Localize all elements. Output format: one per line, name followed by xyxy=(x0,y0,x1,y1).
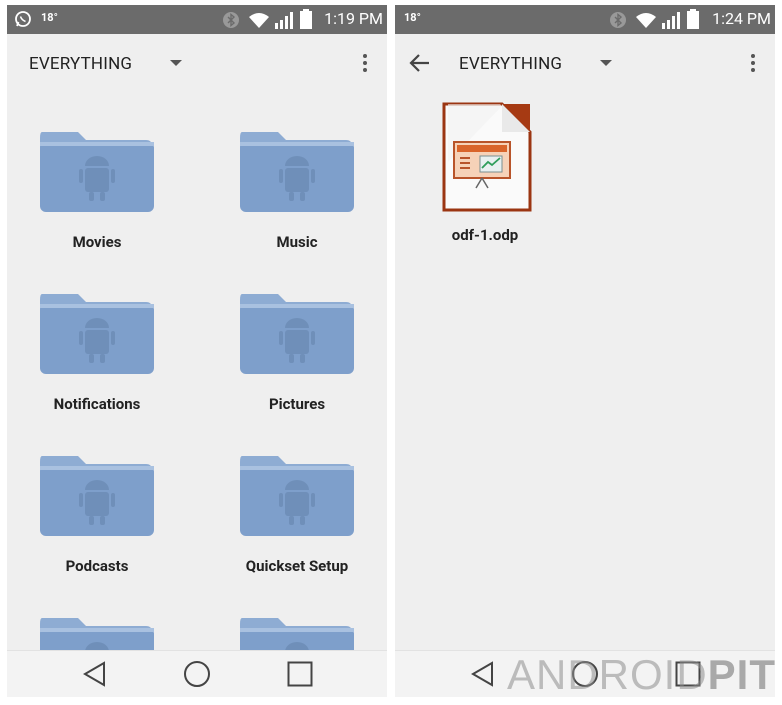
navigation-bar xyxy=(7,650,387,697)
watermark-text: ANDROID xyxy=(506,651,708,698)
location-title[interactable]: EVERYTHING xyxy=(29,54,132,74)
dropdown-caret-icon[interactable] xyxy=(170,60,182,66)
overflow-menu-icon[interactable] xyxy=(748,54,758,74)
folder-item[interactable]: Quickset Setup xyxy=(197,416,387,576)
folder-label: Music xyxy=(276,233,318,251)
back-arrow-icon[interactable] xyxy=(409,52,431,74)
folder-label: Movies xyxy=(72,233,122,251)
folder-label: Podcasts xyxy=(65,557,129,575)
folder-label: Quickset Setup xyxy=(245,557,349,575)
folder-item[interactable]: Pictures xyxy=(197,254,387,414)
folder-icon xyxy=(40,132,154,212)
folder-item[interactable]: Podcasts xyxy=(7,416,197,576)
recents-nav-icon[interactable] xyxy=(287,661,313,687)
file-item[interactable]: odf-1.odp xyxy=(435,102,535,252)
overflow-menu-icon[interactable] xyxy=(360,54,370,74)
battery-icon xyxy=(687,9,699,29)
toolbar: EVERYTHING xyxy=(7,34,387,92)
presentation-file-icon xyxy=(442,102,532,212)
toolbar: EVERYTHING xyxy=(395,34,775,92)
folder-item[interactable]: Music xyxy=(197,92,387,252)
folder-icon xyxy=(240,132,354,212)
temperature-text: 18° xyxy=(41,11,58,24)
folder-label: Notifications xyxy=(53,395,141,413)
folder-item[interactable]: Notifications xyxy=(7,254,197,414)
signal-icon xyxy=(662,12,680,29)
right-screen: 18° 1:24 PM EVERYTHING odf-1.odp xyxy=(395,5,775,697)
folder-icon xyxy=(40,456,154,536)
androidpit-watermark: ANDROIDPIT xyxy=(507,651,776,699)
clock: 1:19 PM xyxy=(324,9,383,28)
dropdown-caret-icon[interactable] xyxy=(600,60,612,66)
battery-icon xyxy=(300,9,312,29)
file-name: odf-1.odp xyxy=(451,226,519,244)
clock: 1:24 PM xyxy=(712,9,771,28)
location-title[interactable]: EVERYTHING xyxy=(459,54,562,74)
left-screen: 18° 1:19 PM EVERYTHING Movies Music Noti… xyxy=(7,5,387,697)
folder-icon xyxy=(240,294,354,374)
folder-icon xyxy=(240,456,354,536)
wifi-icon xyxy=(249,13,269,28)
watermark-text-bold: PIT xyxy=(707,651,776,698)
bluetooth-icon xyxy=(223,12,239,28)
temperature-text: 18° xyxy=(404,11,421,24)
back-nav-icon[interactable] xyxy=(470,661,496,687)
back-nav-icon[interactable] xyxy=(82,661,108,687)
folder-icon xyxy=(40,294,154,374)
home-nav-icon[interactable] xyxy=(183,660,211,688)
wifi-icon xyxy=(636,13,656,28)
folder-label: Pictures xyxy=(268,395,326,413)
folder-item[interactable]: Movies xyxy=(7,92,197,252)
whatsapp-icon xyxy=(15,11,31,27)
status-bar: 18° 1:24 PM xyxy=(395,5,775,34)
status-bar: 18° 1:19 PM xyxy=(7,5,387,34)
bluetooth-icon xyxy=(610,12,626,28)
signal-icon xyxy=(275,12,293,29)
